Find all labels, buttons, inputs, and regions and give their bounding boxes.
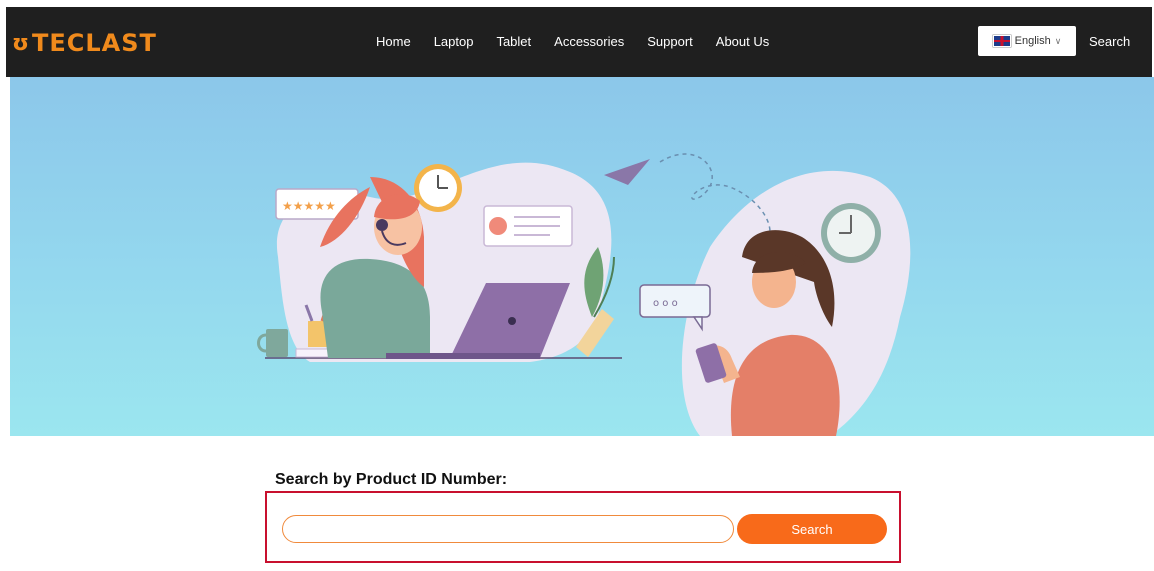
search-button[interactable]: Search — [737, 514, 887, 544]
uk-flag-icon — [992, 35, 1011, 47]
logo-text: TECLAST — [32, 29, 157, 57]
nav-accessories[interactable]: Accessories — [554, 34, 624, 49]
nav-laptop[interactable]: Laptop — [434, 34, 474, 49]
teclast-logo[interactable]: ʊ TECLAST — [12, 29, 157, 57]
search-form-highlight: Search — [265, 491, 901, 563]
search-section-title: Search by Product ID Number: — [275, 471, 508, 488]
nav-support[interactable]: Support — [647, 34, 693, 49]
language-label: English — [1014, 35, 1051, 47]
chevron-down-icon: ∨ — [1054, 35, 1062, 46]
svg-text:o o o: o o o — [653, 298, 678, 309]
language-selector[interactable]: English ∨ — [978, 26, 1076, 56]
main-nav: Home Laptop Tablet Accessories Support A… — [376, 34, 792, 49]
logo-mark-icon: ʊ — [12, 30, 30, 56]
svg-text:★★★★★: ★★★★★ — [282, 199, 336, 213]
nav-about-us[interactable]: About Us — [716, 34, 769, 49]
nav-home[interactable]: Home — [376, 34, 411, 49]
customer-support-illustration: ★★★★★ o o o — [257, 153, 911, 436]
page: ʊ TECLAST Home Laptop Tablet Accessories… — [0, 0, 1154, 571]
mug-icon — [266, 329, 288, 357]
nav-tablet[interactable]: Tablet — [496, 34, 531, 49]
header-search-link[interactable]: Search — [1089, 34, 1130, 49]
support-banner: ★★★★★ o o o — [10, 77, 1154, 436]
paper-plane-icon — [604, 159, 650, 185]
top-nav-bar: ʊ TECLAST Home Laptop Tablet Accessories… — [6, 7, 1152, 77]
product-id-search-input[interactable] — [282, 515, 734, 543]
